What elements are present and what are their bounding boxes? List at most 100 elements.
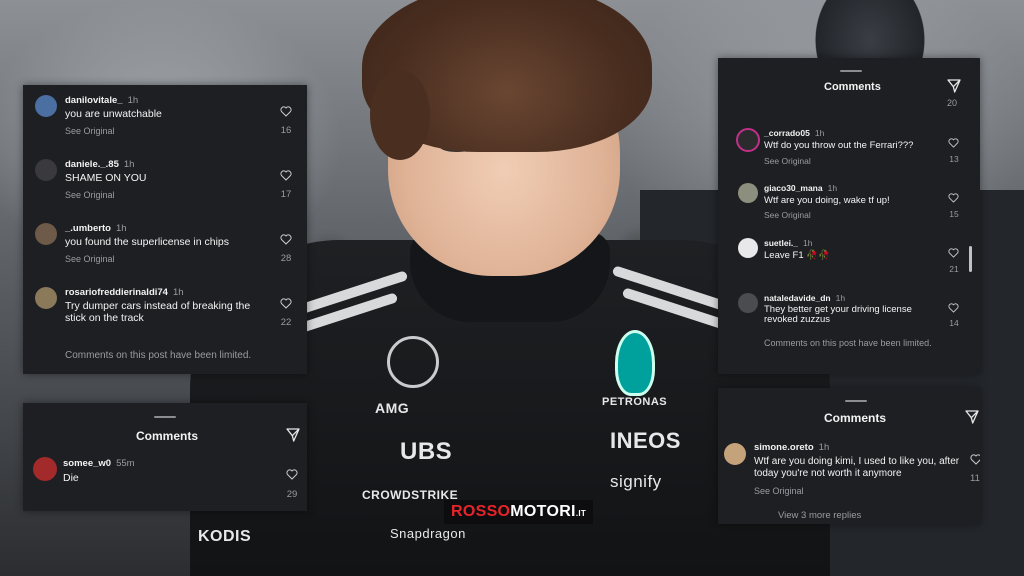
heart-icon[interactable] — [948, 138, 959, 148]
comment-username[interactable]: giaco30_mana 1h — [764, 183, 837, 193]
username-text[interactable]: daniele._.85 — [65, 159, 119, 170]
drag-handle[interactable] — [845, 400, 867, 402]
comment-username[interactable]: rosariofreddierinaldi74 1h — [65, 287, 184, 298]
comment-age: 1h — [835, 293, 846, 303]
heart-icon[interactable] — [286, 469, 298, 480]
see-original-link[interactable]: See Original — [754, 486, 804, 496]
comment-age: 1h — [127, 95, 139, 106]
comment-age: 1h — [115, 223, 127, 234]
username-text[interactable]: nataledavide_dn — [764, 293, 831, 303]
amg-logo: AMG — [375, 400, 410, 416]
filter-send-icon[interactable] — [946, 78, 962, 94]
heart-icon[interactable] — [970, 454, 980, 465]
comment-text: Wtf are you doing kimi, I used to like y… — [754, 456, 960, 479]
brand-part-white: MOTORI — [510, 503, 576, 520]
comment-username[interactable]: somee_w0 55m — [63, 458, 135, 469]
like-count: 15 — [949, 209, 959, 219]
see-original-link[interactable]: See Original — [65, 126, 115, 136]
filter-send-icon[interactable] — [964, 409, 980, 425]
heart-icon[interactable] — [280, 298, 292, 309]
heart-icon[interactable] — [948, 193, 959, 203]
avatar[interactable] — [736, 128, 760, 152]
comment-username[interactable]: daniele._.85 1h — [65, 159, 134, 170]
ineos-logo: INEOS — [610, 428, 681, 453]
like-count: 22 — [280, 317, 292, 328]
comment-item: somee_w0 55m Die 29 — [23, 455, 307, 505]
avatar[interactable] — [724, 443, 746, 465]
brand-suffix: .IT — [575, 509, 587, 518]
comment-username[interactable]: danilovitale_ 1h — [65, 95, 138, 106]
comment-item: simone.oreto 1h Wtf are you doing kimi, I… — [718, 440, 980, 510]
username-text[interactable]: rosariofreddierinaldi74 — [65, 287, 168, 298]
brand-part-red: ROSSO — [451, 503, 511, 520]
comment-age: 1h — [818, 442, 830, 453]
username-text[interactable]: danilovitale_ — [65, 95, 123, 106]
drag-handle[interactable] — [154, 416, 176, 418]
comments-panel-left-bottom: Comments somee_w0 55m Die 29 — [23, 403, 307, 511]
like-count: 16 — [280, 125, 292, 136]
heart-icon[interactable] — [948, 303, 959, 313]
drag-handle[interactable] — [840, 70, 862, 72]
username-text[interactable]: _.umberto — [65, 223, 111, 234]
see-original-link[interactable]: See Original — [65, 254, 115, 264]
like-count: 21 — [949, 264, 959, 274]
avatar[interactable] — [35, 159, 57, 181]
username-text[interactable]: suetlei._ — [764, 238, 798, 248]
comment-username[interactable]: _corrado05 1h — [764, 128, 824, 138]
ubs-logo: UBS — [400, 438, 453, 465]
username-text[interactable]: giaco30_mana — [764, 183, 823, 193]
hair — [370, 70, 430, 160]
comments-panel-left-top: danilovitale_ 1h you are unwatchable See … — [23, 85, 307, 374]
comment-username[interactable]: _.umberto 1h — [65, 223, 127, 234]
snapdragon-logo: Snapdragon — [390, 526, 466, 541]
comment-item: _corrado05 1h Wtf do you throw out the Fe… — [718, 126, 980, 176]
kodis-logo: KODIS — [198, 528, 252, 545]
comment-text: Try dumper cars instead of breaking the … — [65, 300, 251, 324]
comments-panel-right-bottom: Comments simone.oreto 1h Wtf are you doin… — [718, 388, 980, 524]
comment-text: you found the superlicense in chips — [65, 236, 230, 248]
like-count: 14 — [949, 318, 959, 328]
heart-icon[interactable] — [948, 248, 959, 258]
username-text[interactable]: simone.oreto — [754, 442, 814, 453]
avatar[interactable] — [738, 293, 758, 313]
heart-icon[interactable] — [280, 170, 292, 181]
avatar[interactable] — [33, 457, 57, 481]
filter-send-icon[interactable] — [285, 427, 301, 443]
comment-text: Die — [63, 472, 79, 484]
avatar[interactable] — [35, 287, 57, 309]
see-original-link[interactable]: See Original — [65, 190, 115, 200]
comment-username[interactable]: suetlei._ 1h — [764, 238, 813, 248]
avatar[interactable] — [738, 183, 758, 203]
view-more-replies-link[interactable]: View 3 more replies — [778, 510, 861, 521]
like-count: 117 — [970, 473, 980, 484]
comment-text: you are unwatchable — [65, 108, 162, 120]
comment-age: 1h — [172, 287, 184, 298]
username-text[interactable]: _corrado05 — [764, 128, 810, 138]
comment-username[interactable]: nataledavide_dn 1h — [764, 293, 845, 303]
comment-item: suetlei._ 1h Leave F1 🥀🥀 21 — [718, 236, 980, 286]
comment-age: 1h — [827, 183, 838, 193]
like-count-partial: 20 — [947, 98, 958, 108]
heart-icon[interactable] — [280, 106, 292, 117]
like-count: 13 — [949, 154, 959, 164]
mercedes-star-logo — [387, 336, 439, 388]
comment-text: SHAME ON YOU — [65, 172, 147, 184]
avatar[interactable] — [35, 223, 57, 245]
signify-logo: signify — [610, 472, 662, 491]
avatar[interactable] — [35, 95, 57, 117]
scrollbar[interactable] — [969, 246, 972, 272]
comment-age: 55m — [116, 458, 135, 469]
comment-age: 1h — [814, 128, 825, 138]
petronas-text: PETRONAS — [602, 396, 668, 408]
comment-text: Wtf do you throw out the Ferrari??? — [764, 140, 914, 151]
comment-username[interactable]: simone.oreto 1h — [754, 442, 829, 453]
heart-icon[interactable] — [280, 234, 292, 245]
panel-title: Comments — [824, 81, 881, 93]
see-original-link[interactable]: See Original — [764, 156, 811, 166]
avatar[interactable] — [738, 238, 758, 258]
username-text[interactable]: somee_w0 — [63, 458, 111, 469]
panel-title: Comments — [824, 411, 887, 425]
comment-item: rosariofreddierinaldi74 1h Try dumper car… — [23, 285, 307, 345]
see-original-link[interactable]: See Original — [764, 210, 811, 220]
comments-limited-notice: Comments on this post have been limited. — [764, 338, 932, 348]
